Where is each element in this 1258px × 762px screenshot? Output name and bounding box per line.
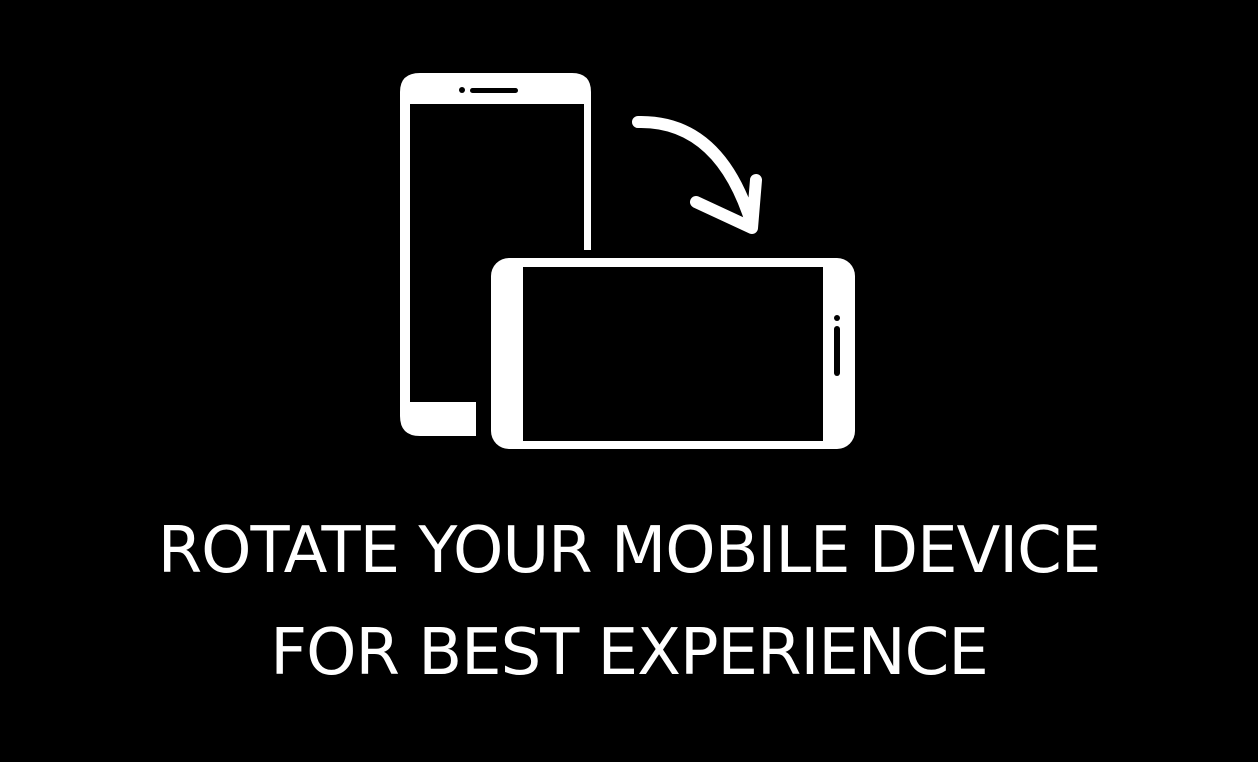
landscape-phone-icon xyxy=(491,258,855,449)
rotate-device-overlay: ROTATE YOUR MOBILE DEVICE FOR BEST EXPER… xyxy=(0,0,1258,762)
rotate-message: ROTATE YOUR MOBILE DEVICE FOR BEST EXPER… xyxy=(0,500,1258,704)
rotate-message-line-1: ROTATE YOUR MOBILE DEVICE xyxy=(157,514,1102,588)
rotate-message-line-2: FOR BEST EXPERIENCE xyxy=(270,616,989,690)
rotate-arrow-icon xyxy=(632,115,762,234)
